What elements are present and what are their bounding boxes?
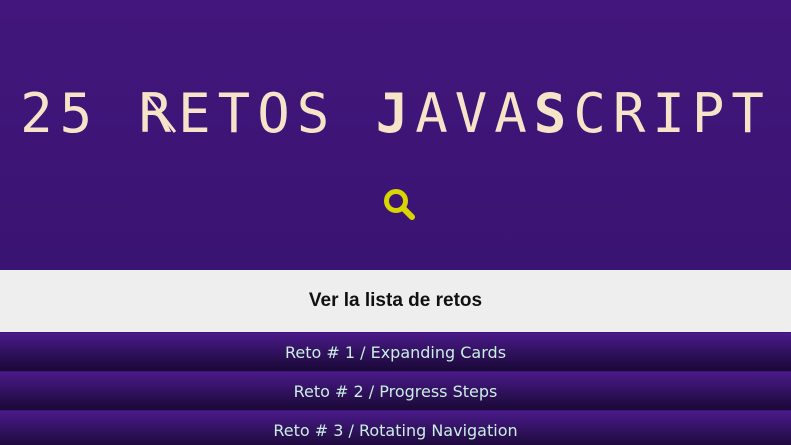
title-retos-rest: ETOS xyxy=(178,82,376,145)
challenge-item-2[interactable]: Reto # 2 / Progress Steps xyxy=(0,372,791,410)
challenge-item-1[interactable]: Reto # 1 / Expanding Cards xyxy=(0,333,791,371)
challenge-list: Reto # 1 / Expanding Cards Reto # 2 / Pr… xyxy=(0,333,791,445)
title-cript: CRIPT xyxy=(573,82,771,145)
page-title: 25 RETOS JAVASCRIPT xyxy=(0,84,791,144)
title-prefix: 25 xyxy=(20,82,139,145)
title-s: S xyxy=(533,82,574,145)
title-r-letter: R xyxy=(139,84,179,144)
challenge-item-3[interactable]: Reto # 3 / Rotating Navigation xyxy=(0,411,791,445)
r-overlay-stroke xyxy=(145,95,176,133)
title-ava: AVA xyxy=(415,82,534,145)
view-challenges-toggle[interactable]: Ver la lista de retos xyxy=(0,270,791,332)
magnifier-icon xyxy=(384,189,415,220)
title-j: J xyxy=(375,82,416,145)
search-button[interactable] xyxy=(382,187,418,223)
hero-header: 25 RETOS JAVASCRIPT xyxy=(0,0,791,270)
